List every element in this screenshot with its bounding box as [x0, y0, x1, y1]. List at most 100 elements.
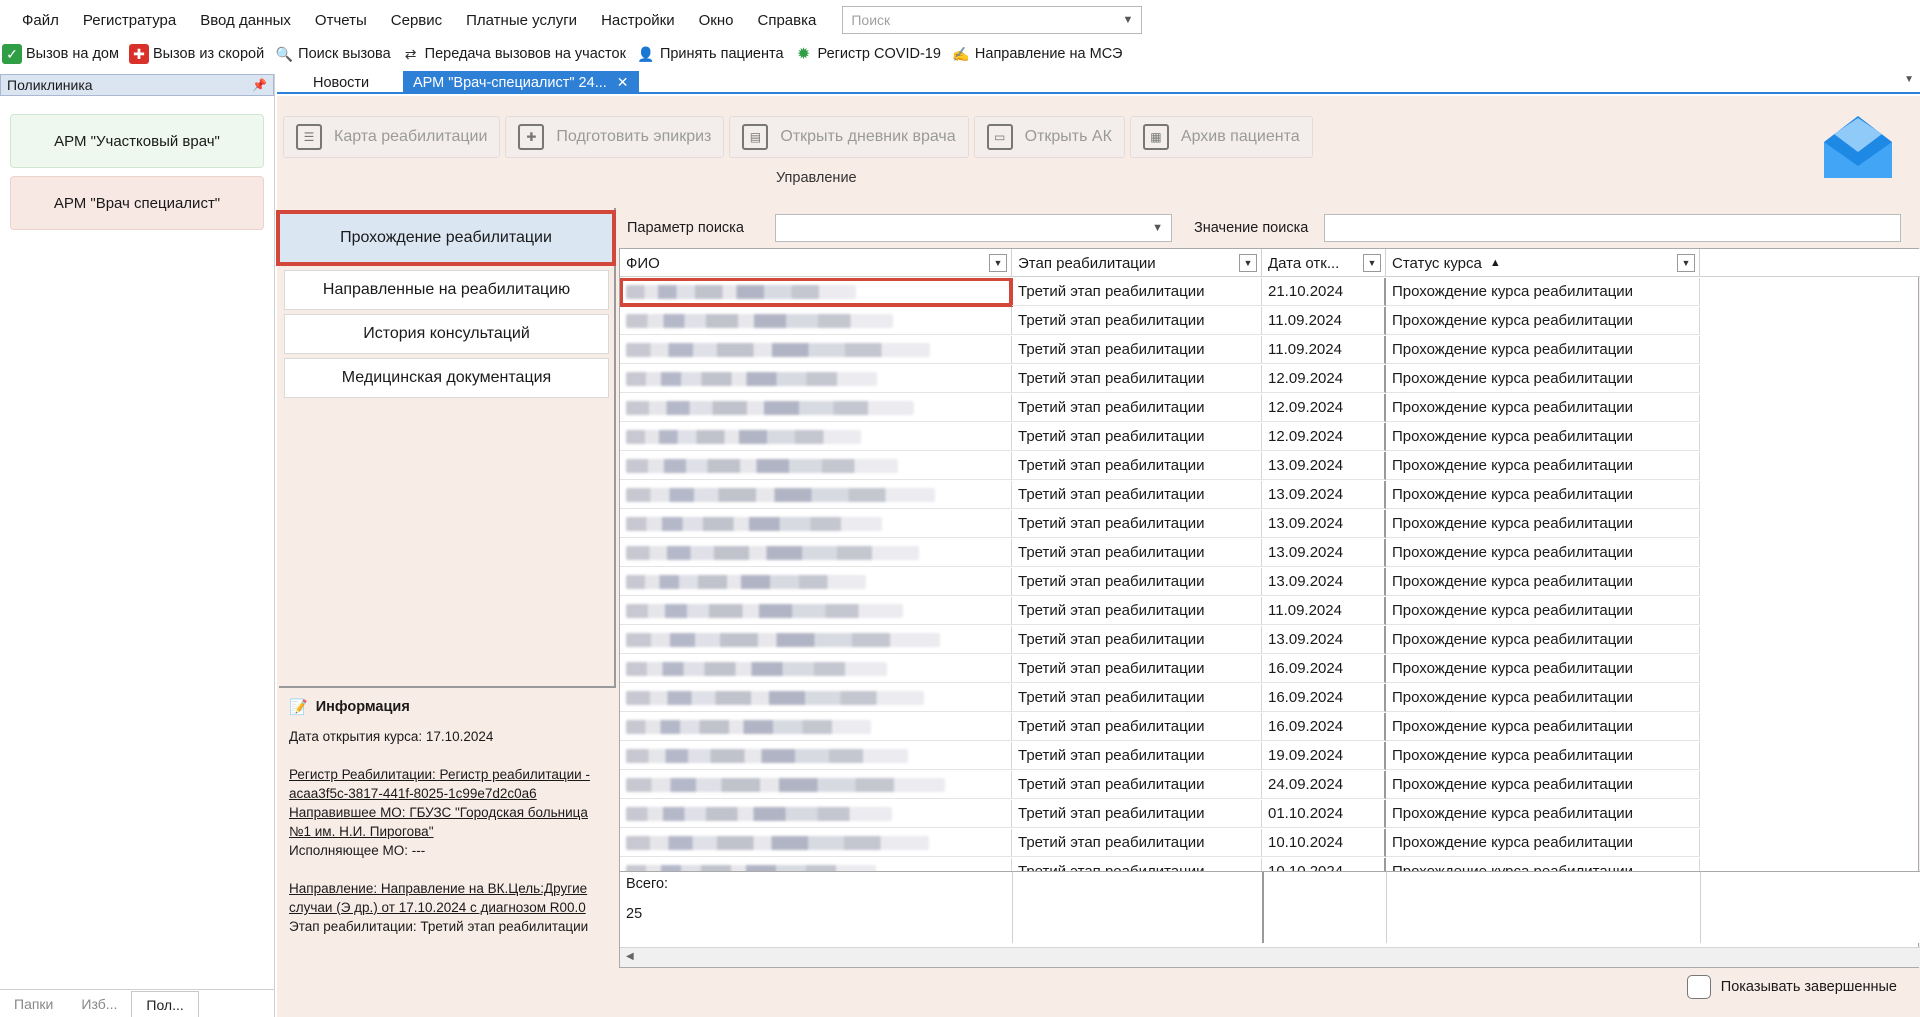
filter-icon[interactable]: ▼: [1677, 254, 1695, 272]
col-fio[interactable]: ФИО ▼: [620, 249, 1012, 277]
control-button[interactable]: ▭ Открыть АК: [973, 116, 1125, 158]
table-row[interactable]: Третий этап реабилитации 21.10.2024 Прохож…: [620, 278, 1700, 307]
left-panel-title: Поликлиника: [7, 77, 93, 93]
col-fio-label: ФИО: [626, 254, 660, 272]
menu-item[interactable]: Файл: [10, 12, 71, 29]
toolbar-button[interactable]: ⇄ Передача вызовов на участок: [401, 44, 632, 64]
table-row[interactable]: Третий этап реабилитации 12.09.2024 Прохож…: [620, 394, 1700, 423]
control-button-label: Подготовить эпикриз: [556, 128, 712, 145]
cell-stage: Третий этап реабилитации: [1012, 510, 1262, 538]
grid-header: ФИО ▼ Этап реабилитации ▼ Дата отк... ▼ …: [620, 249, 1920, 277]
show-completed-checkbox[interactable]: [1686, 975, 1711, 999]
menu-item[interactable]: Справка: [746, 12, 829, 29]
menu-item[interactable]: Регистратура: [71, 12, 188, 29]
table-row[interactable]: Третий этап реабилитации 16.09.2024 Прохож…: [620, 684, 1700, 713]
table-row[interactable]: Третий этап реабилитации 12.09.2024 Прохож…: [620, 423, 1700, 452]
col-stage[interactable]: Этап реабилитации ▼: [1012, 249, 1262, 277]
tab-folders[interactable]: Папки: [0, 991, 67, 1017]
search-param-select[interactable]: ▼: [775, 214, 1172, 242]
table-row[interactable]: Третий этап реабилитации 13.09.2024 Прохож…: [620, 568, 1700, 597]
table-row[interactable]: Третий этап реабилитации 11.09.2024 Прохож…: [620, 307, 1700, 336]
nav-referred-rehab[interactable]: Направленные на реабилитацию: [284, 270, 609, 310]
cell-stage: Третий этап реабилитации: [1012, 568, 1262, 596]
table-row[interactable]: Третий этап реабилитации 13.09.2024 Прохож…: [620, 510, 1700, 539]
menu-item[interactable]: Ввод данных: [188, 12, 303, 29]
table-row[interactable]: Третий этап реабилитации10.10.2024Прохож…: [620, 829, 1700, 858]
menu-item[interactable]: Платные услуги: [454, 12, 589, 29]
redacted-name: [626, 632, 940, 647]
scroll-left-icon[interactable]: ◀: [626, 951, 634, 962]
table-row[interactable]: Третий этап реабилитации 13.09.2024 Прохож…: [620, 452, 1700, 481]
mail-icon[interactable]: [1824, 116, 1892, 178]
redacted-name: [626, 313, 893, 328]
control-button[interactable]: ✚ Подготовить эпикриз: [505, 116, 725, 158]
toolbar-button[interactable]: 🔍 Поиск вызова: [274, 44, 397, 64]
show-completed[interactable]: Показывать завершенные: [1686, 975, 1897, 999]
tabs-dropdown-icon[interactable]: ▼: [1904, 74, 1914, 85]
cell-fio: [620, 800, 1012, 828]
redacted-name: [626, 661, 887, 676]
total-value: 25: [626, 906, 643, 922]
nav-rehab-progress[interactable]: Прохождение реабилитации: [276, 210, 616, 266]
redacted-name: [626, 516, 882, 531]
left-panel-tabs: Папки Изб... Пол...: [0, 989, 275, 1017]
cell-date: 13.09.2024: [1262, 510, 1386, 538]
cell-fio: [620, 713, 1012, 741]
table-row[interactable]: Третий этап реабилитации 11.09.2024 Прохож…: [620, 336, 1700, 365]
table-row[interactable]: Третий этап реабилитации 19.09.2024 Прохож…: [620, 742, 1700, 771]
menu-item[interactable]: Настройки: [589, 12, 687, 29]
menu-item[interactable]: Окно: [687, 12, 746, 29]
toolbar-button[interactable]: 👤 Принять пациента: [636, 44, 790, 64]
control-button[interactable]: ▤ Открыть дневник врача: [729, 116, 969, 158]
table-row[interactable]: Третий этап реабилитации 13.09.2024 Прохож…: [620, 539, 1700, 568]
cell-status: Прохождение курса реабилитации: [1386, 423, 1700, 451]
tab-arm-specialist[interactable]: АРМ "Врач-специалист" 24... ✕: [403, 71, 639, 92]
table-row[interactable]: Третий этап реабилитации 13.09.2024 Прохож…: [620, 626, 1700, 655]
table-row[interactable]: Третий этап реабилитации 11.09.2024 Прохож…: [620, 597, 1700, 626]
table-row[interactable]: Третий этап реабилитации 12.09.2024 Прохож…: [620, 365, 1700, 394]
table-row[interactable]: Третий этап реабилитации 16.09.2024 Прохож…: [620, 713, 1700, 742]
table-row[interactable]: Третий этап реабилитации10.10.2024Прохож…: [620, 858, 1700, 871]
search-value-input[interactable]: [1324, 214, 1901, 242]
info-referral-link[interactable]: Направление: Направление на ВК.Цель:Друг…: [289, 879, 606, 917]
col-status[interactable]: Статус курса ▲ ▼: [1386, 249, 1700, 277]
filter-icon[interactable]: ▼: [989, 254, 1007, 272]
col-date[interactable]: Дата отк... ▼: [1262, 249, 1386, 277]
nav-consult-history[interactable]: История консультаций: [284, 314, 609, 354]
info-referring-mo[interactable]: Направившее МО: ГБУЗС "Городская больниц…: [289, 803, 606, 841]
control-button[interactable]: ▦ Архив пациента: [1129, 116, 1313, 158]
tab-news[interactable]: Новости: [299, 72, 384, 92]
table-row[interactable]: Третий этап реабилитации 01.10.2024 Прохож…: [620, 800, 1700, 829]
toolbar-button[interactable]: ✍ Направление на МСЭ: [951, 44, 1129, 64]
horizontal-scrollbar[interactable]: ◀: [620, 947, 1920, 967]
sort-asc-icon: ▲: [1489, 257, 1501, 269]
footer-divider: [1012, 872, 1013, 943]
redacted-name: [626, 458, 898, 473]
toolbar-button[interactable]: ✹ Регистр COVID-19: [794, 44, 947, 64]
info-icon: 📝: [289, 699, 308, 716]
arm-uchastkovy-button[interactable]: АРМ "Участковый врач": [10, 114, 264, 168]
nav-medical-docs[interactable]: Медицинская документация: [284, 358, 609, 398]
control-button[interactable]: ☰ Карта реабилитации: [283, 116, 501, 158]
filter-icon[interactable]: ▼: [1239, 254, 1257, 272]
tab-polyclinic[interactable]: Пол...: [131, 991, 199, 1017]
arm-specialist-button[interactable]: АРМ "Врач специалист": [10, 176, 264, 230]
toolbar-button[interactable]: ✚ Вызов из скорой: [128, 44, 270, 64]
pin-icon[interactable]: 📌: [252, 78, 267, 92]
menu-item[interactable]: Отчеты: [303, 12, 379, 29]
cell-stage: Третий этап реабилитации: [1012, 452, 1262, 480]
menu-item[interactable]: Сервис: [379, 12, 454, 29]
toolbar-button[interactable]: ✓ Вызов на дом: [2, 44, 125, 64]
info-register-link[interactable]: Регистр Реабилитации: Регистр реабилитац…: [289, 765, 606, 803]
cell-date: 16.09.2024: [1262, 684, 1386, 712]
table-row[interactable]: Третий этап реабилитации 16.09.2024 Прохож…: [620, 655, 1700, 684]
tab-favorites[interactable]: Изб...: [67, 991, 131, 1017]
close-icon[interactable]: ✕: [617, 74, 629, 91]
search-input[interactable]: Поиск ▼: [842, 6, 1143, 34]
redacted-name: [626, 574, 866, 589]
chevron-down-icon[interactable]: ▼: [1122, 14, 1133, 26]
table-row[interactable]: Третий этап реабилитации 24.09.2024 Прохож…: [620, 771, 1700, 800]
cell-date: 13.09.2024: [1262, 626, 1386, 654]
filter-icon[interactable]: ▼: [1363, 254, 1381, 272]
table-row[interactable]: Третий этап реабилитации 13.09.2024 Прохож…: [620, 481, 1700, 510]
